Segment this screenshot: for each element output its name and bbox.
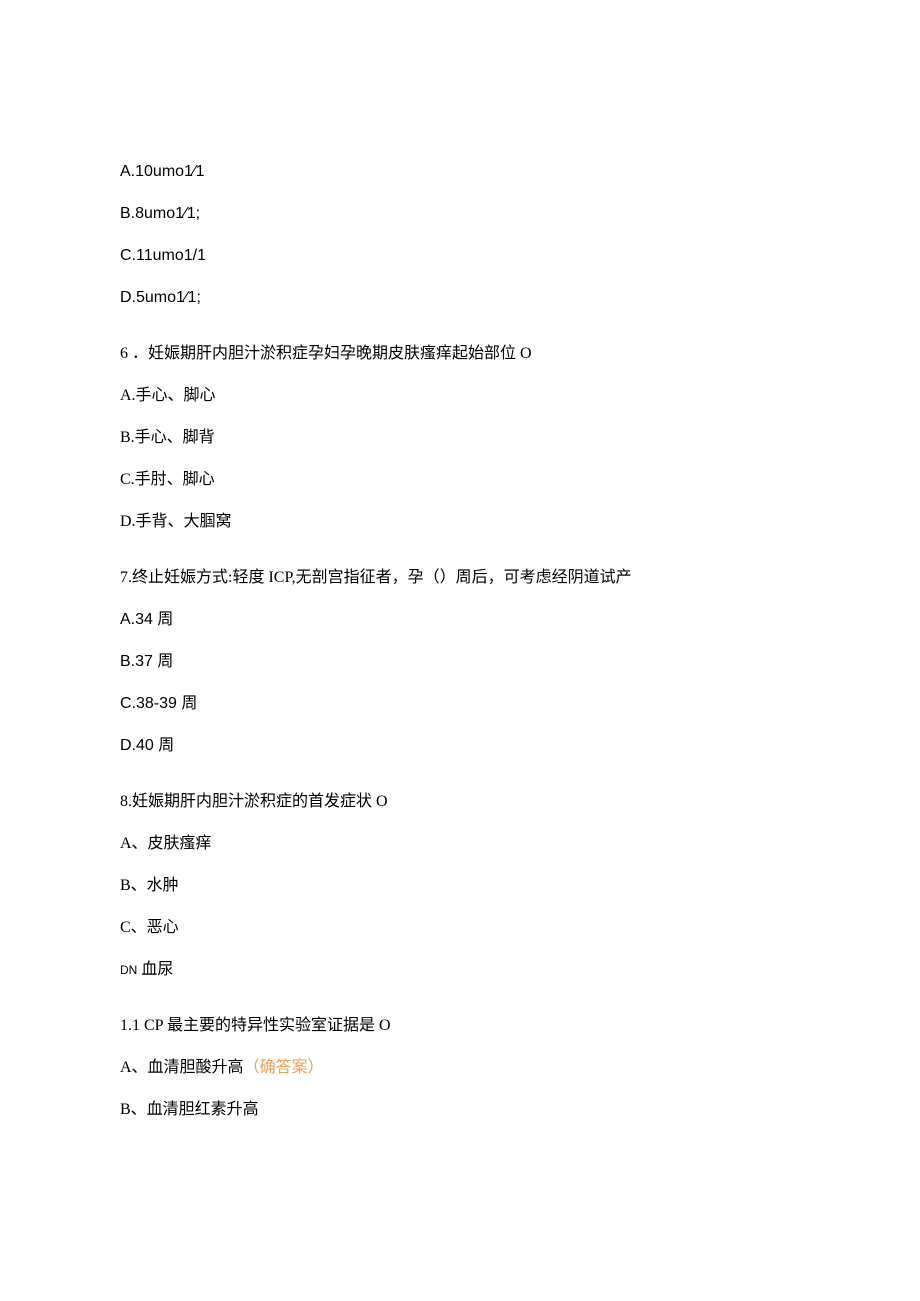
q11-option-a: A、血清胆酸升高（确答案） xyxy=(120,1056,800,1080)
q5-option-a: A.10umo1⁄1 xyxy=(120,160,800,184)
q5-option-d: D.5umo1⁄1; xyxy=(120,286,800,310)
q11-option-b: B、血清胆红素升高 xyxy=(120,1098,800,1122)
q5-option-b: B.8umo1⁄1; xyxy=(120,202,800,226)
q7-option-c: C.38-39 周 xyxy=(120,692,800,716)
q6-question-text: 6 ．妊娠期肝内胆汁淤积症孕妇孕晚期皮肤瘙痒起始部位 O xyxy=(120,342,800,366)
q8-option-d-prefix: DN xyxy=(120,963,137,977)
q7-option-d: D.40 周 xyxy=(120,734,800,758)
q7-question-text: 7.终止妊娠方式:轻度 ICP,无剖宫指征者，孕（）周后，可考虑经阴道试产 xyxy=(120,566,800,590)
q8-option-d: DN 血尿 xyxy=(120,958,800,982)
q8-option-d-rest: 血尿 xyxy=(137,961,173,978)
q11-question-text: 1.1 CP 最主要的特异性实验室证据是 O xyxy=(120,1014,800,1038)
q11-answer-mark: （确答案） xyxy=(244,1059,324,1076)
q6-option-a: A.手心、脚心 xyxy=(120,384,800,408)
q11-option-a-text: A、血清胆酸升高 xyxy=(120,1059,244,1076)
q5-option-c: C.11umo1/1 xyxy=(120,244,800,268)
q8-option-a: A、皮肤瘙痒 xyxy=(120,832,800,856)
q8-option-b: B、水肿 xyxy=(120,874,800,898)
q8-option-c: C、恶心 xyxy=(120,916,800,940)
q7-option-b: B.37 周 xyxy=(120,650,800,674)
q8-question-text: 8.妊娠期肝内胆汁淤积症的首发症状 O xyxy=(120,790,800,814)
q7-option-a: A.34 周 xyxy=(120,608,800,632)
q6-option-c: C.手肘、脚心 xyxy=(120,468,800,492)
q6-option-b: B.手心、脚背 xyxy=(120,426,800,450)
q6-option-d: D.手背、大腘窝 xyxy=(120,510,800,534)
